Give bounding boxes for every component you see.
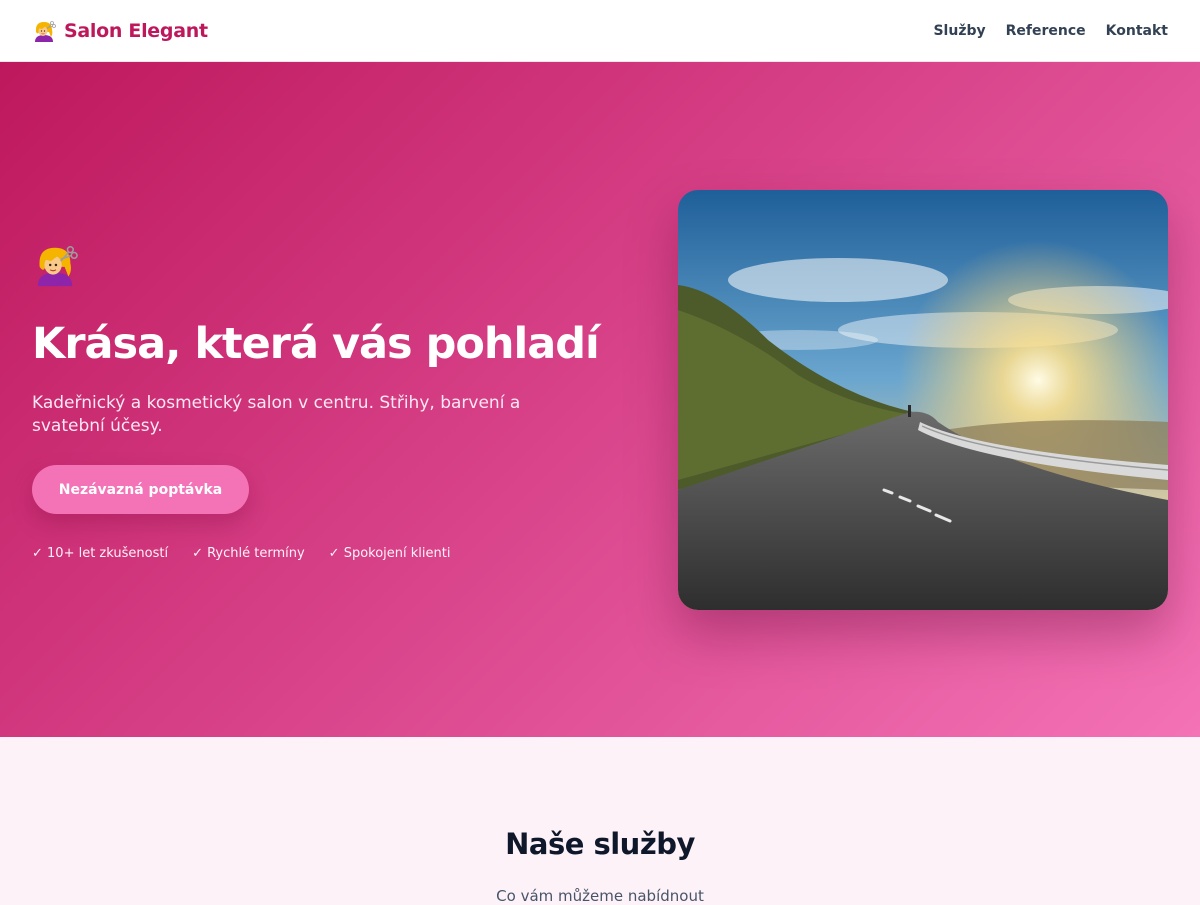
- feature-item-fast-booking: ✓ Rychlé termíny: [192, 546, 305, 561]
- hero-subtitle: Kadeřnický a kosmetický salon v centru. …: [32, 393, 521, 436]
- hero-section: Krása, která vás pohladí Kadeřnický a ko…: [0, 62, 1200, 737]
- main-nav: Služby Reference Kontakt: [933, 23, 1168, 39]
- site-header: Salon Elegant Služby Reference Kontakt: [0, 0, 1200, 62]
- hero-title: Krása, která vás pohladí: [32, 319, 600, 369]
- feature-list: ✓ 10+ let zkušeností ✓ Rychlé termíny ✓ …: [32, 546, 450, 561]
- inquiry-button[interactable]: Nezávazná poptávka: [32, 465, 249, 514]
- services-title: Naše služby: [505, 827, 695, 861]
- nav-link-services[interactable]: Služby: [933, 23, 985, 39]
- brand-link[interactable]: Salon Elegant: [32, 19, 208, 43]
- feature-item-happy-clients: ✓ Spokojení klienti: [328, 546, 451, 561]
- services-section: Naše služby Co vám můžeme nabídnout: [0, 737, 1200, 905]
- hairdresser-icon: [37, 246, 78, 287]
- hero-image: [678, 190, 1168, 610]
- sunset-road-photo: [678, 190, 1168, 610]
- nav-link-contact[interactable]: Kontakt: [1106, 23, 1168, 39]
- feature-item-experience: ✓ 10+ let zkušeností: [32, 546, 169, 561]
- hairdresser-icon: [35, 20, 56, 42]
- services-subtitle: Co vám můžeme nabídnout: [496, 887, 704, 905]
- nav-link-references[interactable]: Reference: [1006, 23, 1086, 39]
- brand-name: Salon Elegant: [64, 19, 208, 42]
